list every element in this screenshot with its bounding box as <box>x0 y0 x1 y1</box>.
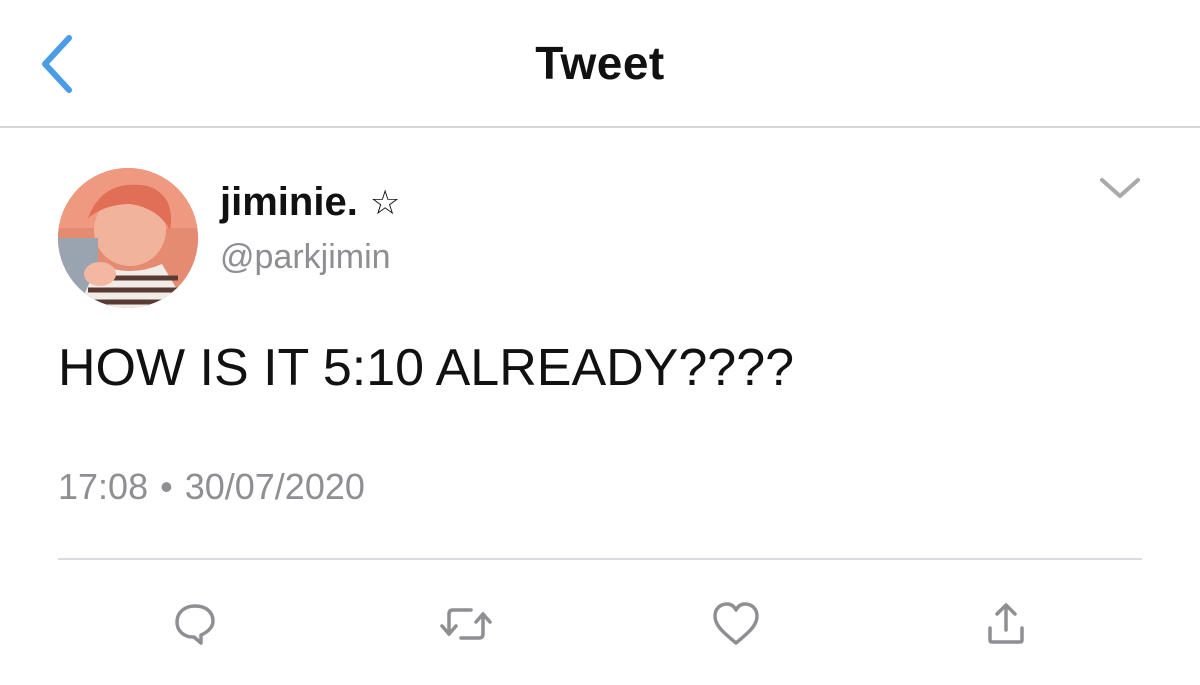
more-options-button[interactable] <box>1092 168 1148 208</box>
navigation-bar: Tweet <box>0 0 1200 128</box>
reply-bubble-icon <box>175 604 215 645</box>
tweet-timestamp: 17:08 • 30/07/2020 <box>58 466 365 508</box>
tweet-time: 17:08 <box>58 466 149 507</box>
chevron-down-icon <box>1100 178 1140 198</box>
like-button[interactable] <box>706 594 766 654</box>
heart-icon <box>713 602 759 645</box>
user-handle[interactable]: @parkjimin <box>220 238 391 277</box>
share-button[interactable] <box>976 594 1036 654</box>
display-name[interactable]: jiminie. <box>220 180 358 225</box>
avatar[interactable] <box>58 168 198 308</box>
star-emoji: ☆ <box>369 182 401 223</box>
action-bar <box>0 594 1200 654</box>
retweet-button[interactable] <box>436 594 496 654</box>
page-title: Tweet <box>535 37 665 89</box>
reply-button[interactable] <box>165 594 225 654</box>
tweet-detail: jiminie. ☆ @parkjimin HOW IS IT 5:10 ALR… <box>0 128 1200 685</box>
retweet-icon <box>440 608 492 640</box>
divider <box>58 558 1142 560</box>
avatar-image <box>58 168 198 308</box>
tweet-date: 30/07/2020 <box>184 466 365 507</box>
tweet-text: HOW IS IT 5:10 ALREADY???? <box>58 339 795 397</box>
timestamp-separator: • <box>160 466 173 507</box>
display-name-row: jiminie. ☆ <box>220 180 400 225</box>
share-icon <box>988 603 1024 644</box>
